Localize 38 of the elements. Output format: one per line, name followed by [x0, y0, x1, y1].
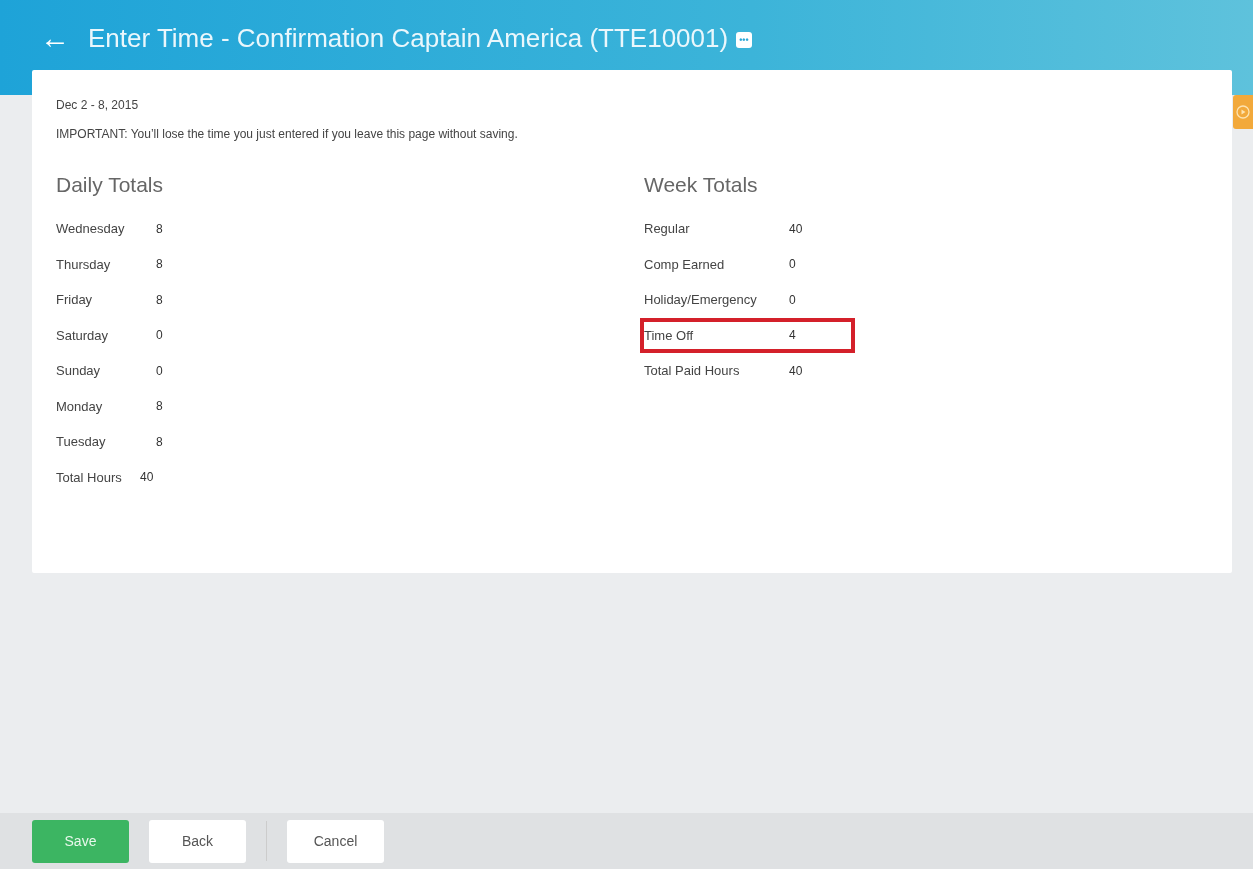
side-panel-tab[interactable] [1233, 95, 1253, 129]
play-icon [1236, 105, 1250, 119]
day-label: Sunday [56, 363, 102, 379]
section-title: Daily Totals [56, 173, 164, 197]
save-button[interactable]: Save [32, 819, 129, 863]
day-label: Tuesday [56, 434, 107, 450]
total-label: Comp Earned [644, 256, 726, 272]
hours-value: 40 [789, 221, 803, 236]
action-button[interactable]: Cancel [287, 819, 384, 863]
total-label: Total Paid Hours [644, 363, 741, 379]
hours-value: 8 [156, 399, 163, 414]
back-arrow[interactable]: ← [40, 20, 70, 56]
day-label: Saturday [56, 327, 110, 343]
hours-value: 8 [156, 292, 163, 307]
more-button[interactable]: ••• [736, 32, 752, 48]
day-label: Friday [56, 292, 94, 308]
day-label: Wednesday [56, 221, 126, 237]
hours-value: 0 [789, 292, 796, 307]
hours-value: 0 [156, 363, 163, 378]
warning-text: IMPORTANT: You’ll lose the time you just entered if you leave this page without saving. [56, 127, 519, 141]
total-label: Holiday/Emergency [644, 292, 758, 308]
hours-value: 4 [789, 328, 796, 343]
total-label: Time Off [644, 327, 695, 343]
hours-value: 8 [156, 434, 163, 449]
total-label: Regular [644, 221, 691, 237]
action-button[interactable]: Back [149, 819, 246, 863]
date-range: Dec 2 - 8, 2015 [56, 98, 140, 112]
hours-value: 8 [156, 221, 163, 236]
hours-value: 0 [789, 257, 796, 272]
page-title: Enter Time - Confirmation Captain America (TTE10001) [88, 22, 729, 55]
hours-value: 0 [156, 328, 163, 343]
hours-value: 40 [789, 363, 803, 378]
day-label: Thursday [56, 256, 112, 272]
day-label: Total Hours [56, 469, 123, 485]
hours-value: 40 [140, 470, 154, 485]
day-label: Monday [56, 398, 104, 414]
section-title: Week Totals [644, 173, 759, 197]
hours-value: 8 [156, 257, 163, 272]
